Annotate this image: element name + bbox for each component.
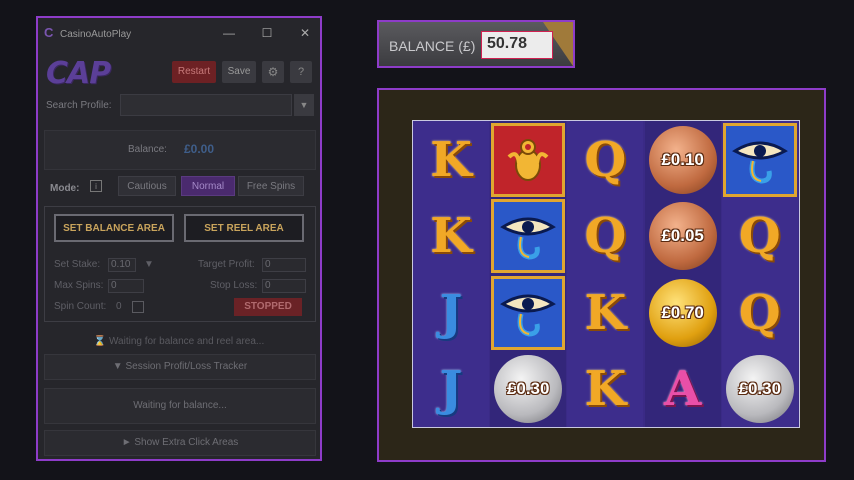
letter-symbol: K (430, 131, 472, 188)
reel-column: Q Q £0.30 (721, 121, 798, 428)
maximize-button[interactable]: ☐ (260, 26, 274, 40)
set-balance-area-button[interactable]: SET BALANCE AREA (54, 214, 174, 242)
minimize-button[interactable]: — (222, 26, 236, 40)
letter-symbol: J (439, 284, 463, 341)
balance-label: Balance: (128, 144, 167, 155)
app-window: C CasinoAutoPlay — ☐ ✕ CAP Restart Save … (36, 16, 322, 461)
window-title: CasinoAutoPlay (60, 29, 132, 40)
game-balance-display: BALANCE (£) 50.78 (377, 20, 575, 68)
mode-normal-button[interactable]: Normal (181, 176, 235, 196)
reel-symbol (490, 274, 566, 351)
reel-symbol (490, 121, 566, 198)
balance-panel (44, 130, 316, 170)
status-badge: STOPPED (234, 298, 302, 316)
eye-of-horus-icon (491, 199, 566, 273)
settings-gear-icon[interactable]: ⚙ (262, 61, 284, 83)
reel-grid[interactable]: K K J J £0.30 Q Q K K £0.10 £0.05 £0.70 A Q Q £0.30 (412, 120, 800, 428)
coin-symbol: £0.30 (494, 355, 563, 423)
set-reel-area-button[interactable]: SET REEL AREA (184, 214, 304, 242)
reel-symbol: Q (722, 198, 798, 275)
waiting-message: ⌛ Waiting for balance and reel area... (93, 336, 265, 347)
app-logo-icon: C (44, 25, 54, 40)
mode-cautious-button[interactable]: Cautious (118, 176, 176, 196)
info-icon[interactable]: i (90, 180, 102, 192)
reel-symbol (722, 121, 798, 198)
reel-symbol: £0.70 (645, 274, 721, 351)
letter-symbol: Q (584, 208, 627, 264)
eye-of-horus-icon (491, 275, 566, 350)
reel-column: £0.10 £0.05 £0.70 A (644, 121, 721, 428)
stop-loss-label: Stop Loss: (210, 280, 258, 291)
coin-symbol: £0.70 (648, 278, 717, 347)
letter-symbol: K (430, 208, 472, 264)
letter-symbol: Q (738, 208, 781, 264)
stake-dropdown-icon[interactable]: ▼ (144, 259, 154, 270)
max-spins-input[interactable]: 0 (108, 279, 144, 293)
help-button[interactable]: ? (290, 61, 312, 83)
target-profit-input[interactable]: 0 (262, 258, 306, 272)
reel-column: QQKK (567, 121, 644, 428)
reel-symbol: K (567, 274, 643, 351)
game-balance-value: 50.78 (487, 35, 528, 52)
balance-value: £0.00 (184, 142, 215, 156)
mode-label: Mode: (50, 183, 80, 194)
letter-symbol: J (439, 361, 463, 417)
mode-free-spins-button[interactable]: Free Spins (238, 176, 304, 196)
stop-loss-input[interactable]: 0 (262, 279, 306, 293)
eye-of-horus-icon (722, 122, 797, 197)
reel-symbol: A (645, 351, 721, 428)
search-profile-label: Search Profile: (46, 100, 112, 111)
reset-count-icon[interactable] (132, 301, 144, 313)
reel-column: KKJJ (413, 121, 489, 428)
reel-symbol: K (413, 198, 489, 275)
letter-symbol: Q (584, 131, 627, 188)
reel-symbol: J (413, 274, 489, 351)
chevron-down-icon[interactable]: ▼ (294, 94, 314, 116)
coin-symbol: £0.10 (648, 125, 717, 194)
title-bar[interactable]: C CasinoAutoPlay — ☐ ✕ (38, 18, 320, 48)
cap-logo: CAP (46, 56, 111, 91)
set-stake-label: Set Stake: (54, 259, 101, 270)
reel-symbol: K (567, 351, 643, 428)
reel-symbol: Q (722, 274, 798, 351)
target-profit-label: Target Profit: (198, 259, 255, 270)
reel-symbol: £0.30 (490, 351, 566, 428)
game-balance-label: BALANCE (£) (389, 38, 476, 54)
reel-symbol (490, 198, 566, 275)
reel-symbol: J (413, 351, 489, 428)
reel-column: £0.30 (490, 121, 567, 428)
waiting-balance-panel: Waiting for balance... (44, 388, 316, 424)
reel-symbol: £0.10 (645, 121, 721, 198)
letter-symbol: Q (738, 284, 781, 341)
scarab-icon (491, 122, 566, 197)
spin-count-label: Spin Count: (54, 301, 107, 312)
letter-symbol: K (584, 361, 627, 417)
reel-symbol: Q (567, 121, 643, 198)
reel-symbol: £0.05 (645, 198, 721, 275)
letter-symbol: K (584, 284, 627, 341)
extra-click-areas-toggle[interactable]: ► Show Extra Click Areas (44, 430, 316, 456)
max-spins-label: Max Spins: (54, 280, 104, 291)
save-button[interactable]: Save (222, 61, 256, 83)
close-button[interactable]: ✕ (298, 26, 312, 40)
coin-symbol: £0.05 (648, 202, 717, 270)
stake-input[interactable]: 0.10 (108, 258, 136, 272)
spin-count-value: 0 (116, 301, 122, 312)
reel-symbol: £0.30 (722, 351, 798, 428)
session-tracker-toggle[interactable]: ▼ Session Profit/Loss Tracker (44, 354, 316, 380)
search-profile-input[interactable] (120, 94, 292, 116)
restart-button[interactable]: Restart (172, 61, 216, 83)
reel-symbol: Q (567, 198, 643, 275)
coin-symbol: £0.30 (725, 355, 794, 423)
reel-symbol: K (413, 121, 489, 198)
letter-symbol: A (663, 361, 702, 417)
